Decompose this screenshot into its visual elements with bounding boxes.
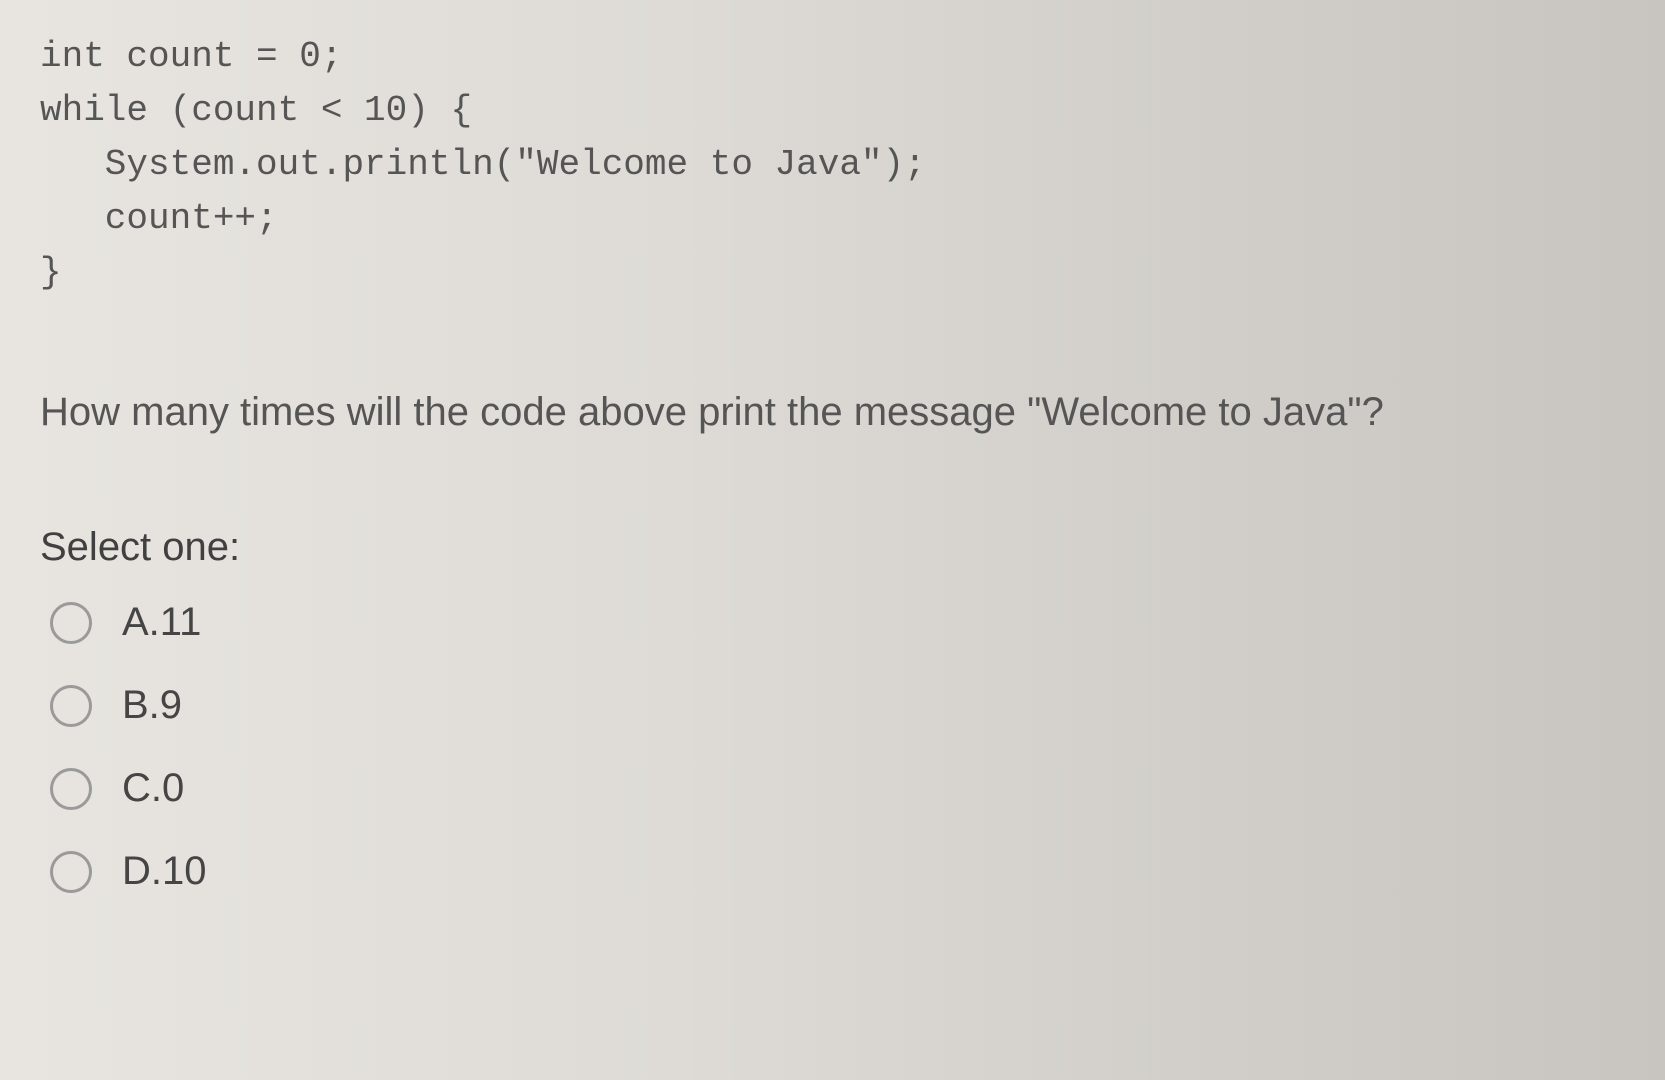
radio-icon[interactable] <box>50 851 92 893</box>
options-list: A.11 B.9 C.0 D.10 <box>40 600 1625 894</box>
option-b[interactable]: B.9 <box>50 683 1625 728</box>
option-label-d: D.10 <box>122 849 207 894</box>
code-block: int count = 0; while (count < 10) { Syst… <box>40 30 1625 300</box>
question-text: How many times will the code above print… <box>40 390 1625 435</box>
option-label-a: A.11 <box>122 600 201 645</box>
radio-icon[interactable] <box>50 602 92 644</box>
radio-icon[interactable] <box>50 685 92 727</box>
code-line-1: int count = 0; <box>40 30 1625 84</box>
code-line-5: } <box>40 246 1625 300</box>
code-line-2: while (count < 10) { <box>40 84 1625 138</box>
code-line-4: count++; <box>40 192 1625 246</box>
option-label-b: B.9 <box>122 683 182 728</box>
code-line-3: System.out.println("Welcome to Java"); <box>40 138 1625 192</box>
option-d[interactable]: D.10 <box>50 849 1625 894</box>
radio-icon[interactable] <box>50 768 92 810</box>
option-label-c: C.0 <box>122 766 184 811</box>
option-a[interactable]: A.11 <box>50 600 1625 645</box>
option-c[interactable]: C.0 <box>50 766 1625 811</box>
select-one-label: Select one: <box>40 525 1625 570</box>
